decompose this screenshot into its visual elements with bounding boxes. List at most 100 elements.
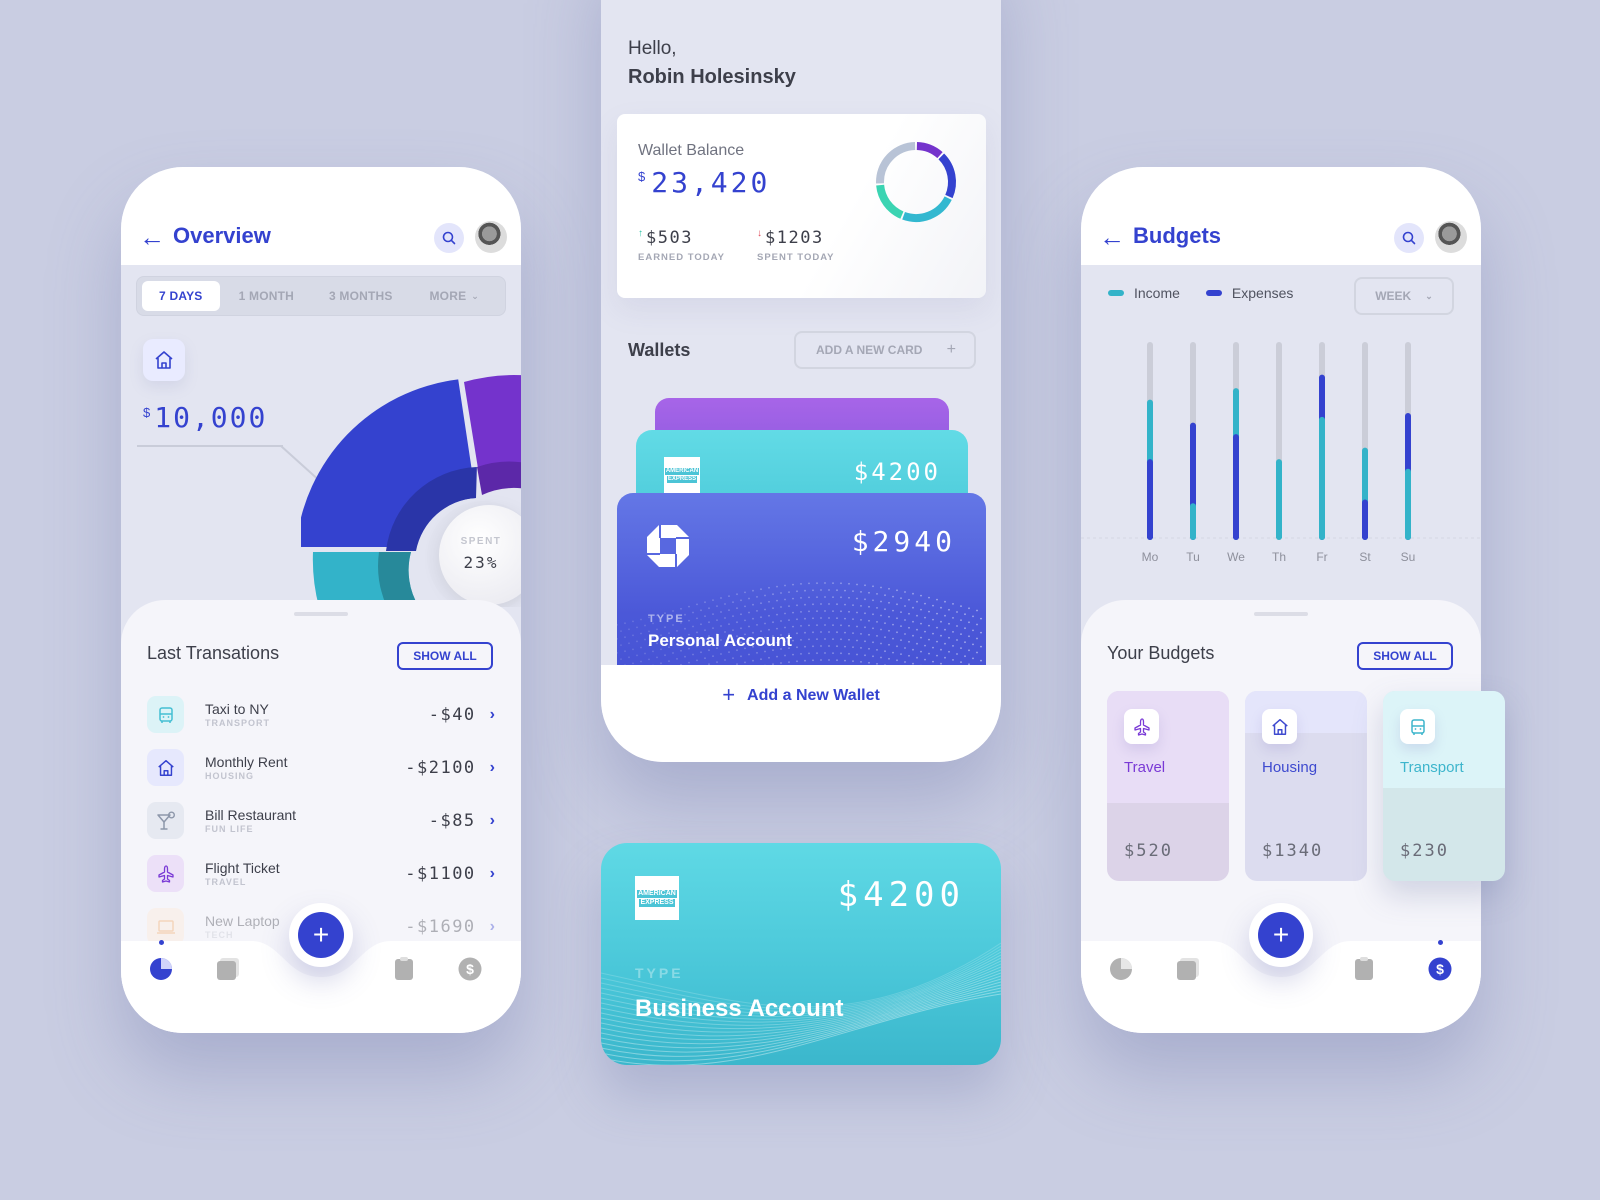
donut-segment-3 bbox=[876, 184, 904, 219]
chevron-right-icon[interactable]: › bbox=[490, 812, 495, 830]
tab-1-month[interactable]: 1 MONTH bbox=[220, 281, 313, 311]
donut-center-value: 23% bbox=[464, 553, 499, 572]
x-tick-label: Fr bbox=[1316, 550, 1327, 564]
x-tick-label: Mo bbox=[1142, 550, 1159, 564]
business-card[interactable]: AMERICAN EXPRESS $4200 TYPE Business Acco… bbox=[601, 843, 1001, 1065]
bar-group-st[interactable]: St bbox=[1359, 342, 1371, 564]
sheet-grabber[interactable] bbox=[294, 612, 348, 616]
add-button[interactable]: + bbox=[1249, 903, 1313, 967]
show-all-transactions-button[interactable]: SHOW ALL bbox=[397, 642, 493, 670]
back-arrow-icon[interactable]: ← bbox=[139, 224, 165, 250]
nav-budgets[interactable]: $ bbox=[458, 957, 482, 981]
nav-budgets[interactable]: $ bbox=[1428, 957, 1452, 981]
transaction-row[interactable]: Monthly Rent HOUSING -$2100 › bbox=[147, 741, 495, 794]
bar-group-th[interactable]: Th bbox=[1272, 342, 1286, 564]
donut-segment-transport-inner bbox=[378, 552, 419, 607]
budget-name: Travel bbox=[1124, 759, 1166, 776]
transaction-name: Flight Ticket bbox=[205, 860, 280, 876]
chase-logo-icon bbox=[647, 525, 689, 567]
svg-text:$: $ bbox=[1436, 961, 1444, 977]
cocktail-icon bbox=[155, 810, 177, 832]
x-tick-label: Th bbox=[1272, 550, 1286, 564]
chevron-right-icon[interactable]: › bbox=[490, 759, 495, 777]
nav-wallets[interactable] bbox=[216, 957, 240, 981]
nav-overview[interactable] bbox=[149, 957, 173, 981]
transaction-text: Monthly Rent HOUSING bbox=[205, 754, 405, 781]
add-new-card-button[interactable]: ADD A NEW CARD + bbox=[794, 331, 976, 369]
sheet-grabber[interactable] bbox=[1254, 612, 1308, 616]
budgets-header: ← Budgets bbox=[1081, 167, 1481, 265]
tab-7-days[interactable]: 7 DAYS bbox=[142, 281, 220, 311]
wallet-balance-card[interactable]: Wallet Balance $23,420 ↑ $503 EARNED TODA… bbox=[617, 114, 986, 298]
transaction-icon-tile bbox=[147, 802, 184, 839]
chevron-right-icon[interactable]: › bbox=[490, 865, 495, 883]
search-icon bbox=[442, 231, 456, 245]
legend-label: Income bbox=[1134, 285, 1180, 301]
add-button[interactable]: + bbox=[289, 903, 353, 967]
bar-base bbox=[1233, 534, 1239, 538]
search-button[interactable] bbox=[1394, 223, 1424, 253]
svg-text:$: $ bbox=[466, 961, 474, 977]
bus-icon bbox=[1408, 717, 1428, 737]
avatar[interactable] bbox=[1435, 221, 1467, 253]
period-select[interactable]: WEEK ⌄ bbox=[1354, 277, 1454, 315]
greeting: Hello, bbox=[628, 38, 677, 59]
chart-legend: Income Expenses bbox=[1108, 285, 1319, 301]
spent-value: $1203 bbox=[765, 228, 824, 248]
category-tile[interactable] bbox=[143, 339, 185, 381]
budget-card-housing[interactable]: Housing $1340 bbox=[1245, 691, 1367, 881]
home-icon bbox=[155, 351, 173, 369]
tab-more[interactable]: MORE ⌄ bbox=[409, 281, 500, 311]
bar-group-fr[interactable]: Fr bbox=[1316, 342, 1328, 564]
transaction-amount: -$1690 bbox=[405, 916, 476, 937]
nav-wallets[interactable] bbox=[1176, 957, 1200, 981]
amex-logo-icon: AMERICAN EXPRESS bbox=[664, 457, 700, 493]
chevron-right-icon[interactable]: › bbox=[490, 918, 495, 936]
budget-icon-tile bbox=[1262, 709, 1297, 744]
budget-name: Housing bbox=[1262, 759, 1318, 776]
add-new-wallet-button[interactable]: + Add a New Wallet bbox=[601, 665, 1001, 762]
bar-base bbox=[1276, 534, 1282, 538]
nav-reports[interactable] bbox=[1352, 957, 1376, 981]
transaction-row[interactable]: Bill Restaurant FUN LIFE -$85 › bbox=[147, 794, 495, 847]
transaction-name: Taxi to NY bbox=[205, 701, 269, 717]
pie-chart-icon bbox=[1110, 958, 1132, 980]
transaction-text: Taxi to NY TRANSPORT bbox=[205, 701, 429, 728]
donut-segment-2 bbox=[902, 196, 952, 222]
wallet-phone: Hello, Robin Holesinsky Wallet Balance $… bbox=[601, 0, 1001, 762]
search-button[interactable] bbox=[434, 223, 464, 253]
tab-3-months[interactable]: 3 MONTHS bbox=[313, 281, 408, 311]
legend-income: Income bbox=[1108, 285, 1180, 301]
nav-overview[interactable] bbox=[1109, 957, 1133, 981]
back-arrow-icon[interactable]: ← bbox=[1099, 224, 1125, 250]
transaction-category: TRANSPORT bbox=[205, 718, 270, 728]
transaction-amount: -$1100 bbox=[405, 863, 476, 884]
bar-group-tu[interactable]: Tu bbox=[1186, 342, 1200, 564]
show-all-budgets-button[interactable]: SHOW ALL bbox=[1357, 642, 1453, 670]
donut-segment-4 bbox=[876, 142, 916, 184]
card-amount: $4200 bbox=[837, 875, 965, 915]
bar-group-we[interactable]: We bbox=[1227, 342, 1245, 564]
overview-header: ← Overview bbox=[121, 167, 521, 265]
leader-line bbox=[137, 445, 283, 447]
active-indicator bbox=[159, 940, 164, 945]
transaction-row[interactable]: Flight Ticket TRAVEL -$1100 › bbox=[147, 847, 495, 900]
card-type: Personal Account bbox=[648, 631, 792, 650]
bar-group-mo[interactable]: Mo bbox=[1142, 342, 1159, 564]
budget-card-travel[interactable]: Travel $520 bbox=[1107, 691, 1229, 881]
range-tabs: 7 DAYS 1 MONTH 3 MONTHS MORE ⌄ bbox=[136, 276, 506, 316]
donut-center-label: SPENT bbox=[461, 536, 502, 547]
transaction-row[interactable]: Taxi to NY TRANSPORT -$40 › bbox=[147, 688, 495, 741]
card-type: Business Account bbox=[635, 995, 844, 1022]
bar-base bbox=[1405, 534, 1411, 538]
nav-reports[interactable] bbox=[392, 957, 416, 981]
avatar[interactable] bbox=[475, 221, 507, 253]
budget-card-transport[interactable]: Transport $230 bbox=[1383, 691, 1505, 881]
budget-bar-chart: Mo Tu We Th Fr St Su bbox=[1081, 342, 1481, 564]
balance-value: 23,420 bbox=[651, 166, 771, 199]
transaction-name: Monthly Rent bbox=[205, 754, 288, 770]
bottom-nav: + $ bbox=[121, 903, 521, 1033]
bar-group-su[interactable]: Su bbox=[1401, 342, 1416, 564]
chevron-right-icon[interactable]: › bbox=[490, 706, 495, 724]
legend-expenses: Expenses bbox=[1205, 285, 1293, 301]
